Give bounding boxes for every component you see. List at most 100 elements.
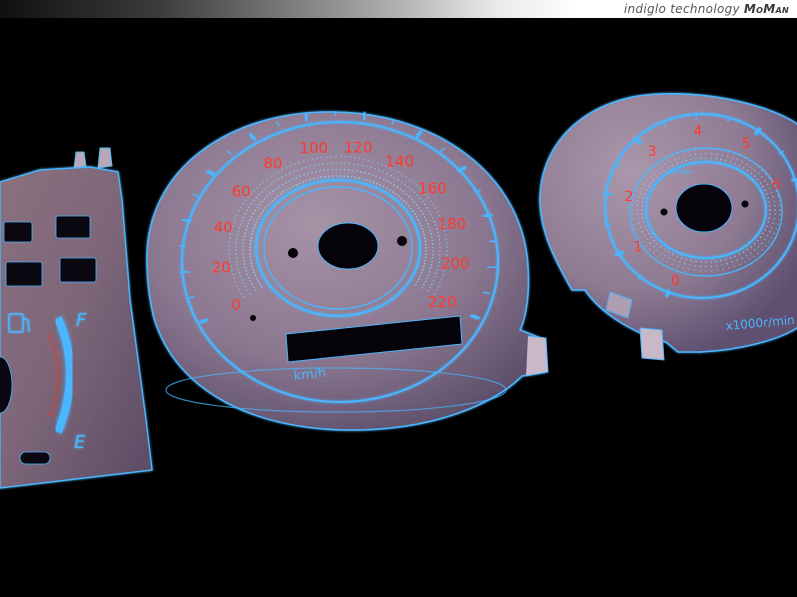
speed-dot (430, 264, 433, 266)
tach-dot (757, 178, 759, 181)
speed-dot (425, 253, 427, 256)
speed-dot (347, 175, 349, 178)
tach-dot (765, 245, 767, 247)
tach-dot (779, 204, 781, 206)
tach-dot (761, 176, 763, 178)
tach-dot (777, 195, 779, 197)
speed-dot (438, 261, 440, 264)
tach-dot (646, 229, 648, 231)
tach-dot (660, 252, 662, 254)
tach-dot (764, 229, 766, 231)
tach-dot (644, 225, 646, 227)
tach-dot (705, 152, 707, 155)
speed-dot (330, 155, 333, 158)
tach-dot (764, 189, 766, 191)
speed-dot (242, 295, 245, 298)
tach-dot (648, 185, 650, 188)
speed-dot (249, 243, 252, 245)
tach-dot (693, 269, 696, 272)
speed-label: 80 (263, 155, 282, 173)
speed-dot (343, 175, 345, 178)
speed-dot (244, 285, 247, 288)
speed-dot (354, 176, 357, 179)
speed-dot (382, 178, 385, 181)
speed-dot (262, 180, 265, 183)
tach-dot (682, 267, 684, 269)
tach-dot (631, 214, 633, 216)
speed-dot (252, 230, 254, 233)
speed-label: 100 (299, 139, 328, 157)
speed-dot (285, 181, 287, 184)
speed-dot (255, 196, 258, 199)
speed-dot (372, 160, 375, 163)
speed-dot (258, 193, 261, 196)
tach-dot (753, 255, 755, 258)
tach-dot (721, 264, 723, 266)
speed-dot (319, 170, 321, 172)
speed-dot (246, 209, 249, 212)
tach-dot (653, 178, 655, 181)
tach-dot (743, 261, 746, 263)
tach-dot (636, 213, 638, 216)
tach-dot (663, 169, 666, 172)
speed-dot (416, 281, 419, 283)
speed-dot (249, 280, 252, 282)
speed-dot (435, 289, 438, 292)
speed-dot (249, 249, 251, 252)
tach-dot (637, 218, 639, 220)
tach-dot (661, 258, 664, 261)
speed-dot (298, 182, 301, 185)
tach-dot (761, 248, 764, 251)
speed-major-tick (179, 270, 190, 275)
tach-dot (774, 204, 776, 207)
speed-dot (288, 172, 291, 175)
speed-dot (254, 224, 256, 227)
tach-dot (766, 193, 768, 195)
tach-dot (659, 172, 662, 174)
speed-dot (335, 162, 338, 164)
speed-dot (369, 180, 371, 183)
speed-dot (241, 219, 243, 222)
tach-dot (750, 172, 753, 174)
speed-dot (430, 232, 432, 235)
speed-dot (405, 202, 408, 205)
speed-dot (255, 221, 258, 224)
tach-dot (687, 268, 690, 271)
speed-dot (273, 173, 276, 176)
speed-dot (264, 188, 266, 191)
fuel-empty-label: E (74, 432, 86, 453)
tach-dot (673, 158, 676, 161)
tach-dot (642, 217, 644, 219)
tach-dot (650, 182, 653, 184)
tach-dot (700, 157, 702, 159)
speed-dot (335, 155, 337, 158)
speed-dot (375, 175, 378, 178)
speed-dot (403, 200, 405, 202)
speed-dot (259, 283, 261, 286)
speed-dot (413, 191, 416, 194)
tach-dot (641, 230, 644, 233)
speed-dot (309, 178, 312, 181)
speed-dot (335, 175, 338, 177)
speed-dot (249, 246, 252, 249)
tach-dot (775, 228, 778, 230)
speed-dot (315, 170, 317, 173)
speed-dot (397, 178, 400, 181)
speed-dot (272, 190, 274, 193)
speed-dot (238, 271, 241, 274)
speed-dot (347, 169, 350, 171)
speed-dot (358, 157, 361, 160)
speed-dot (246, 273, 249, 276)
speed-dot (311, 171, 313, 174)
speed-dot (331, 168, 334, 171)
speed-dot (264, 207, 267, 210)
speed-dot (422, 265, 425, 268)
speed-dot (393, 184, 395, 186)
speed-dot (251, 283, 253, 285)
speed-major-tick (486, 265, 498, 270)
tach-dot (745, 254, 748, 257)
tach-dot (745, 163, 748, 166)
speed-dot (243, 259, 245, 262)
speed-dot (251, 233, 253, 236)
speed-dot (389, 182, 392, 184)
